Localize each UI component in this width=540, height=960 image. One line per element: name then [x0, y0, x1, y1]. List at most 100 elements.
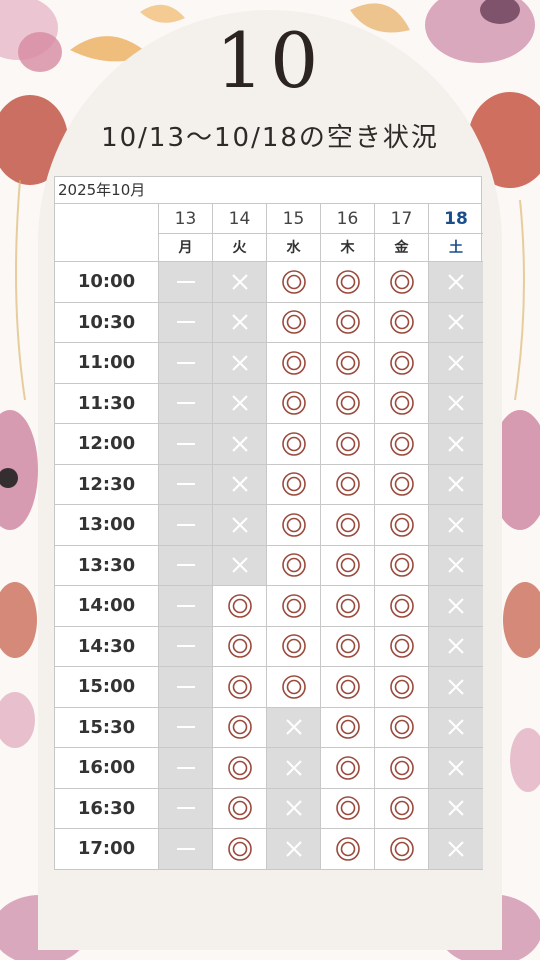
cross-icon: [231, 517, 248, 533]
dash-icon: [176, 685, 195, 688]
double-circle-icon: [227, 796, 252, 821]
table-caption: 2025年10月: [55, 177, 481, 204]
slot-cell: [159, 748, 213, 789]
cross-icon: [231, 395, 248, 411]
time-label: 11:00: [55, 343, 159, 384]
double-circle-icon: [335, 512, 360, 537]
cross-icon: [448, 800, 464, 816]
dash-icon: [176, 564, 195, 567]
double-circle-icon: [389, 431, 414, 456]
double-circle-icon: [227, 634, 252, 659]
slot-cell: [321, 383, 375, 424]
cross-icon: [448, 274, 464, 290]
double-circle-icon: [335, 310, 360, 335]
slot-cell: [429, 262, 483, 303]
cross-icon: [448, 841, 464, 857]
double-circle-icon: [281, 593, 306, 618]
time-label: 11:30: [55, 383, 159, 424]
slot-cell: [321, 748, 375, 789]
header-corner: [55, 204, 159, 262]
slot-cell: [375, 707, 429, 748]
slot-cell: [159, 302, 213, 343]
slot-cell: [159, 707, 213, 748]
slot-cell: [429, 464, 483, 505]
date-header: 16: [321, 204, 375, 234]
slot-cell: [375, 262, 429, 303]
cross-icon: [231, 476, 248, 492]
dash-icon: [176, 321, 195, 324]
slot-cell: [429, 343, 483, 384]
slot-cell: [213, 626, 267, 667]
slot-cell: [321, 707, 375, 748]
double-circle-icon: [281, 472, 306, 497]
date-header: 14: [213, 204, 267, 234]
cross-icon: [448, 395, 464, 411]
double-circle-icon: [389, 755, 414, 780]
slot-cell: [321, 505, 375, 546]
double-circle-icon: [281, 350, 306, 375]
slot-cell: [375, 464, 429, 505]
slot-cell: [429, 383, 483, 424]
slot-cell: [267, 829, 321, 870]
availability-grid: 13 14 15 16 17 18 月火水木金土 10:00 10:30 11:00 11:30 12…: [55, 204, 483, 870]
double-circle-icon: [281, 391, 306, 416]
slot-cell: [213, 545, 267, 586]
time-label: 15:00: [55, 667, 159, 708]
dash-icon: [176, 280, 195, 283]
slot-cell: [267, 667, 321, 708]
cross-icon: [448, 355, 464, 371]
double-circle-icon: [335, 755, 360, 780]
dash-icon: [176, 442, 195, 445]
double-circle-icon: [389, 593, 414, 618]
dash-icon: [176, 402, 195, 405]
slot-cell: [159, 343, 213, 384]
date-header: 15: [267, 204, 321, 234]
slot-cell: [375, 667, 429, 708]
dash-icon: [176, 483, 195, 486]
slot-cell: [159, 262, 213, 303]
time-label: 16:30: [55, 788, 159, 829]
slot-cell: [213, 505, 267, 546]
double-circle-icon: [335, 472, 360, 497]
cross-icon: [285, 800, 302, 816]
slot-cell: [375, 545, 429, 586]
time-label: 14:00: [55, 586, 159, 627]
slot-cell: [321, 424, 375, 465]
slot-cell: [429, 302, 483, 343]
cross-icon: [448, 638, 464, 654]
date-header: 17: [375, 204, 429, 234]
slot-cell: [321, 464, 375, 505]
month-number: 10: [215, 16, 325, 105]
double-circle-icon: [389, 269, 414, 294]
double-circle-icon: [335, 593, 360, 618]
weekday-header: 木: [321, 234, 375, 262]
double-circle-icon: [335, 634, 360, 659]
double-circle-icon: [335, 269, 360, 294]
slot-cell: [267, 424, 321, 465]
double-circle-icon: [335, 350, 360, 375]
slot-cell: [321, 626, 375, 667]
slot-cell: [213, 464, 267, 505]
slot-cell: [375, 383, 429, 424]
double-circle-icon: [281, 674, 306, 699]
double-circle-icon: [227, 836, 252, 861]
slot-cell: [159, 667, 213, 708]
slot-cell: [267, 586, 321, 627]
slot-cell: [213, 829, 267, 870]
slot-cell: [213, 788, 267, 829]
cross-icon: [448, 476, 464, 492]
cross-icon: [285, 760, 302, 776]
cross-icon: [448, 517, 464, 533]
slot-cell: [429, 667, 483, 708]
slot-cell: [213, 343, 267, 384]
slot-cell: [213, 424, 267, 465]
slot-cell: [267, 302, 321, 343]
slot-cell: [429, 788, 483, 829]
time-label: 16:00: [55, 748, 159, 789]
date-header: 13: [159, 204, 213, 234]
availability-table: 2025年10月 13 14 15 16 17 18 月火水木金土 10:00 10:30 11:…: [54, 176, 483, 870]
double-circle-icon: [389, 553, 414, 578]
double-circle-icon: [335, 796, 360, 821]
double-circle-icon: [335, 674, 360, 699]
slot-cell: [159, 829, 213, 870]
